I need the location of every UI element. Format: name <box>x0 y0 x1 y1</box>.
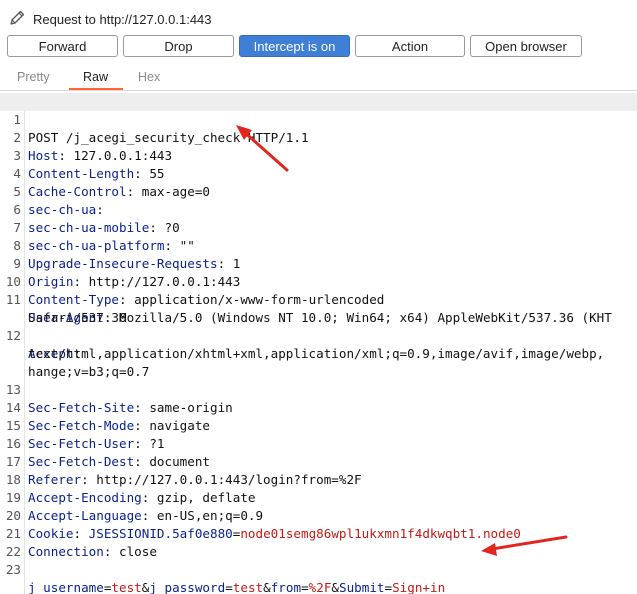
arrow-annotation-body <box>481 535 568 556</box>
arrow-annotation-host <box>236 125 289 172</box>
annotation-arrows <box>236 125 568 556</box>
